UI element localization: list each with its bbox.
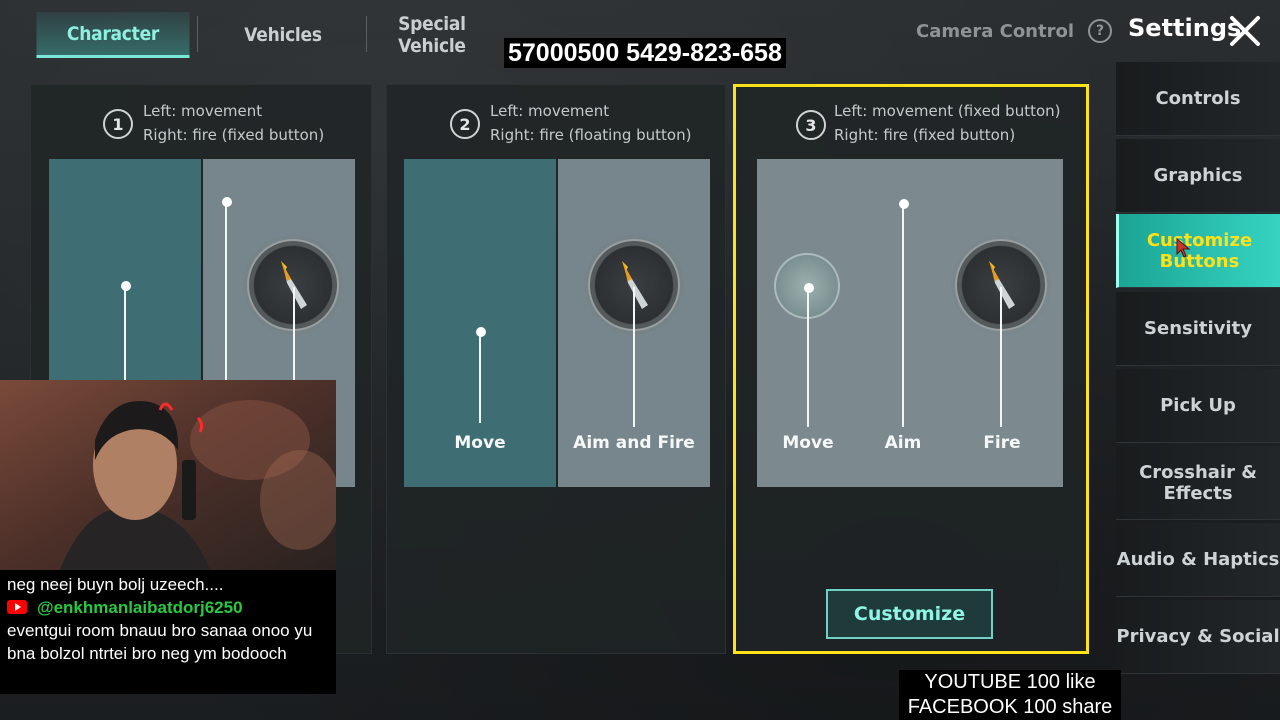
joystick-dot — [804, 283, 814, 293]
aim-line — [902, 203, 904, 427]
sidebar-item-sensitivity[interactable]: Sensitivity — [1116, 292, 1280, 366]
layout-number-badge: 3 — [796, 110, 826, 140]
sidebar-item-privacy-social[interactable]: Privacy & Social — [1116, 600, 1280, 674]
combined-zone: Move Aim Fire — [757, 159, 1063, 487]
movement-zone: Move — [404, 159, 556, 487]
page-title: Settings — [1128, 14, 1242, 42]
youtube-icon — [7, 600, 27, 614]
layout-line-right: Right: fire (fixed button) — [834, 126, 1016, 144]
joystick-line — [479, 331, 481, 423]
close-icon[interactable] — [1228, 14, 1262, 48]
chat-message: neg neej buyn bolj uzeech.... — [7, 575, 224, 594]
promo-line-facebook: FACEBOOK 100 share — [907, 696, 1113, 718]
layout-line-right: Right: fire (fixed button) — [143, 126, 325, 144]
layout-line-right: Right: fire (floating button) — [490, 126, 692, 144]
layout-line-left: Left: movement (fixed button) — [834, 102, 1061, 120]
settings-sidebar: Controls Graphics Customize Buttons Sens… — [1116, 62, 1280, 720]
camera-control-button[interactable]: Camera Control ? — [916, 16, 1113, 46]
sidebar-item-customize-buttons[interactable]: Customize Buttons — [1116, 214, 1280, 288]
top-tabs: Character Vehicles Special Vehicle — [28, 12, 538, 58]
layout-description: Left: movement (fixed button) Right: fir… — [834, 99, 1061, 147]
layout-description: Left: movement Right: fire (floating but… — [490, 99, 691, 147]
camera-control-label: Camera Control — [916, 20, 1075, 42]
customize-button[interactable]: Customize — [826, 589, 993, 639]
chat-user-row: @enkhmanlaibatdorj6250 — [7, 596, 329, 619]
promo-line-youtube: YOUTUBE 100 like — [924, 671, 1096, 693]
layout-number-badge: 1 — [103, 109, 133, 139]
zone-label-move: Move — [454, 433, 506, 453]
joystick-dot — [476, 327, 486, 337]
zone-label-move: Move — [782, 433, 834, 453]
help-icon[interactable]: ? — [1088, 19, 1113, 43]
sidebar-item-crosshair-effects[interactable]: Crosshair & Effects — [1116, 446, 1280, 520]
aim-dot — [222, 197, 232, 207]
zone-label-aim-and-fire: Aim and Fire — [573, 433, 695, 453]
stream-chat: neg neej buyn bolj uzeech.... @enkhmanla… — [0, 570, 336, 694]
sidebar-item-graphics[interactable]: Graphics — [1116, 139, 1280, 213]
sidebar-item-controls[interactable]: Controls — [1116, 62, 1280, 136]
fire-line — [1000, 287, 1002, 427]
layout-card-3[interactable]: 3 Left: movement (fixed button) Right: f… — [733, 84, 1089, 654]
layout-line-left: Left: movement — [143, 102, 263, 120]
tab-vehicles[interactable]: Vehicles — [207, 12, 360, 58]
fire-line — [633, 287, 635, 427]
bullet-icon — [281, 261, 307, 309]
tab-character[interactable]: Character — [36, 12, 190, 58]
overlay-number-text: 57000500 5429-823-658 — [504, 38, 786, 68]
promo-box: YOUTUBE 100 like FACEBOOK 100 share — [899, 670, 1121, 720]
layout-card-2[interactable]: 2 Left: movement Right: fire (floating b… — [386, 84, 726, 654]
sidebar-item-audio-haptics[interactable]: Audio & Haptics — [1116, 523, 1280, 597]
zone-label-aim: Aim — [884, 433, 922, 453]
bullet-icon — [622, 261, 648, 309]
layout-number-badge: 2 — [450, 109, 480, 139]
chat-message: eventgui room bnauu bro sanaa onoo yu bn… — [7, 621, 313, 663]
tab-divider — [197, 16, 198, 52]
aim-dot — [899, 199, 909, 209]
bullet-icon — [989, 261, 1015, 309]
sidebar-item-pick-up[interactable]: Pick Up — [1116, 369, 1280, 443]
mouse-cursor-icon — [1176, 238, 1190, 258]
joystick-line — [807, 287, 809, 427]
chat-username: @enkhmanlaibatdorj6250 — [37, 598, 243, 617]
layout-description: Left: movement Right: fire (fixed button… — [143, 99, 324, 147]
joystick-dot — [121, 281, 131, 291]
fire-zone: Aim and Fire — [558, 159, 710, 487]
zone-label-fire: Fire — [983, 433, 1021, 453]
tab-divider — [366, 16, 367, 52]
layout-line-left: Left: movement — [490, 102, 610, 120]
webcam-feed — [0, 380, 336, 570]
streamer-silhouette — [0, 380, 336, 570]
